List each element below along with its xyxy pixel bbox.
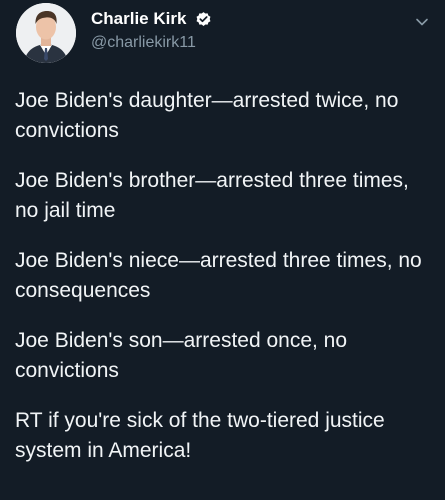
tweet-paragraph: Joe Biden's son—arrested once, no convic… — [15, 329, 348, 382]
tweet-paragraph: Joe Biden's daughter—arrested twice, no … — [15, 89, 399, 142]
tweet-header: Charlie Kirk @charliekirk11 — [16, 2, 436, 64]
author-display-name[interactable]: Charlie Kirk — [91, 8, 186, 30]
verified-badge-icon — [195, 11, 212, 28]
author-handle[interactable]: @charliekirk11 — [91, 32, 212, 54]
tweet-text: Joe Biden's daughter—arrested twice, no … — [15, 86, 435, 466]
tweet-card: Charlie Kirk @charliekirk11 Joe Biden's … — [0, 0, 445, 500]
tweet-paragraph: Joe Biden's niece—arrested three times, … — [15, 249, 422, 302]
tweet-paragraph: Joe Biden's brother—arrested three times… — [15, 169, 409, 222]
author-block: Charlie Kirk @charliekirk11 — [91, 8, 212, 54]
avatar[interactable] — [16, 3, 76, 63]
avatar-image — [16, 3, 76, 63]
tweet-paragraph: RT if you're sick of the two-tiered just… — [15, 409, 385, 462]
chevron-down-icon[interactable] — [414, 14, 430, 30]
